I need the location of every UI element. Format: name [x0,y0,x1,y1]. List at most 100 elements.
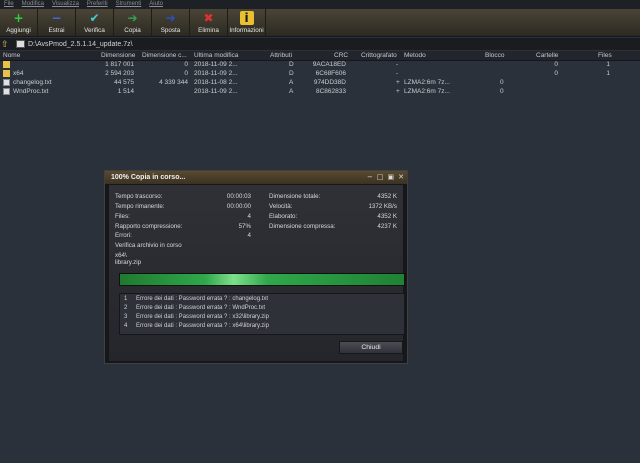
plus-icon: + [13,11,24,25]
error-log[interactable]: 1 Errore dei dati : Password errata ? : c… [119,293,405,335]
cell-modified: 2018-11-09 2... [194,88,238,95]
error-line: 4 Errore dei dati : Password errata ? : x… [124,323,269,329]
move-button[interactable]: ➔ Sposta [152,9,190,37]
menu-view[interactable]: Visualizza [48,0,83,9]
add-button[interactable]: + Aggiungi [0,9,38,37]
menu-help[interactable]: Aiuto [145,0,167,9]
path-field[interactable]: D:\AvsPmod_2.5.1.14_update.7z\ [16,39,133,49]
info-icon: i [239,11,254,25]
close-icon[interactable]: ✕ [398,173,404,182]
current-file-text: library.zip [115,259,142,266]
col-files[interactable]: Files [598,52,612,59]
info-button[interactable]: i Informazioni [228,9,266,37]
cell-crc: 6C68F606 [315,70,346,77]
table-row[interactable]: 1 817 001 0 2018-11-09 2... D 9ACA18ED -… [0,61,640,70]
error-line: 1 Errore dei dati : Password errata ? : c… [124,296,268,302]
cell-method: LZMA2:6m 7z... [404,79,450,86]
up-folder-icon[interactable]: ⇧ [1,39,11,49]
test-label: Verifica [84,27,105,34]
table-row[interactable]: x64 2 594 203 0 2018-11-09 2... D 6C68F6… [0,70,640,79]
copy-button[interactable]: ➔ Copia [114,9,152,37]
error-text: Errore dei dati : Password errata ? : Wn… [136,305,266,311]
maximize-icon[interactable]: ▣ [388,173,395,182]
cell-files: 1 [606,61,610,68]
error-line: 2 Errore dei dati : Password errata ? : W… [124,305,265,311]
dialog-title: 100% Copia in corso... [111,174,186,181]
menu-tools[interactable]: Strumenti [112,0,146,9]
move-arrow-icon: ➔ [165,11,176,25]
menu-file[interactable]: File [0,0,18,9]
cell-name: WndProc.txt [13,88,49,95]
col-encrypted[interactable]: Crittografato [361,52,397,59]
extract-label: Estrai [48,27,65,34]
files-value: 4 [247,213,251,220]
table-row[interactable]: changelog.txt 44 575 4 339 344 2018-11-0… [0,79,640,88]
text-file-icon [3,88,10,95]
files-label: Files: [115,213,130,220]
table-row[interactable]: WndProc.txt 1 514 2018-11-09 2... A 8C86… [0,88,640,97]
cell-files: 1 [606,70,610,77]
cell-folders: 0 [554,61,558,68]
col-name[interactable]: Nome [3,52,20,59]
text-file-icon [3,79,10,86]
remaining-value: 00:00:00 [226,203,251,210]
delete-x-icon: ✖ [203,11,214,25]
minimize-icon[interactable]: − [367,173,373,182]
ratio-label: Rapporto compressione: [115,223,183,230]
progress-dialog: 100% Copia in corso... − □ ▣ ✕ Tempo tra… [104,170,408,364]
copy-arrow-icon: ➔ [127,11,138,25]
col-block[interactable]: Blocco [485,52,505,59]
move-label: Sposta [160,27,181,34]
cell-size: 1 514 [117,88,134,95]
toolbar: + Aggiungi − Estrai ✔ Verifica ➔ Copia ➔… [0,9,640,37]
col-crc[interactable]: CRC [334,52,348,59]
menu-bar: File Modifica Visualizza Preferiti Strum… [0,0,640,9]
address-bar: ⇧ D:\AvsPmod_2.5.1.14_update.7z\ [0,38,640,50]
col-folders[interactable]: Cartelle [536,52,558,59]
cell-attributes: A [289,88,294,95]
menu-favorites[interactable]: Preferiti [83,0,112,9]
restore-icon[interactable]: □ [377,173,384,182]
error-number: 1 [124,296,128,302]
delete-button[interactable]: ✖ Elimina [190,9,228,37]
ratio-value: 57% [238,223,251,230]
close-button[interactable]: Chiudi [339,341,403,354]
cell-size: 44 575 [114,79,134,86]
cell-method: LZMA2:6m 7z... [404,88,450,95]
cell-attributes: D [289,70,294,77]
window-controls: − □ ▣ ✕ [367,173,404,182]
col-method[interactable]: Metodo [404,52,426,59]
elapsed-value: 00:00:03 [226,193,251,200]
minus-icon: − [51,11,62,25]
cell-crc: 8C862833 [316,88,346,95]
col-modified[interactable]: Ultima modifica [194,52,238,59]
speed-label: Velocità: [269,203,293,210]
compressed-size-value: 4237 K [377,223,397,230]
menu-edit[interactable]: Modifica [18,0,48,9]
add-label: Aggiungi [6,27,31,34]
col-size[interactable]: Dimensione [101,52,135,59]
cell-block: 0 [500,88,504,95]
total-size-value: 4352 K [377,193,397,200]
cell-size: 1 817 001 [105,61,134,68]
check-icon: ✔ [89,11,100,25]
cell-size: 2 594 203 [105,70,134,77]
error-text: Errore dei dati : Password errata ? : ch… [136,296,269,302]
cell-encrypted: + [396,88,400,95]
dialog-titlebar[interactable]: 100% Copia in corso... − □ ▣ ✕ [105,171,407,184]
delete-label: Elimina [198,27,219,34]
test-button[interactable]: ✔ Verifica [76,9,114,37]
cell-modified: 2018-11-09 2... [194,61,238,68]
col-packed[interactable]: Dimensione c... [142,52,187,59]
progress-bar [119,273,405,286]
total-size-label: Dimensione totale: [269,193,321,200]
processed-value: 4352 K [377,213,397,220]
cell-attributes: A [289,79,294,86]
col-attributes[interactable]: Attributi [270,52,292,59]
extract-button[interactable]: − Estrai [38,9,76,37]
cell-encrypted: + [396,79,400,86]
cell-name: changelog.txt [13,79,52,86]
cell-encrypted: - [396,70,399,77]
status-text: Verifica archivio in corso [115,242,182,249]
processed-label: Elaborato: [269,213,298,220]
